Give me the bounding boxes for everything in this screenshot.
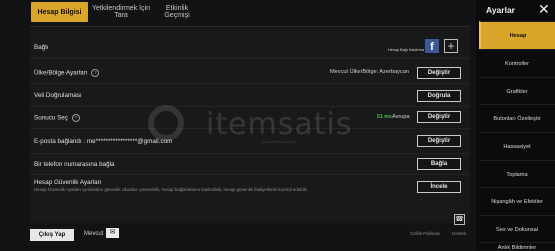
divider: [30, 174, 470, 175]
account-panel: Bağlı Hesap Bağı Kaldırma f + Ülke/Bölge…: [30, 26, 470, 223]
tab-scan-authorize[interactable]: Yetkilendirmek İçin Tara: [91, 2, 151, 22]
tab-activity-history[interactable]: Etkinlik Geçmişi: [153, 2, 201, 22]
server-region: Avrupa: [392, 114, 410, 120]
country-label: Ülke/Bölge Ayarları?: [34, 69, 100, 77]
logout-button[interactable]: Çıkış Yap: [30, 229, 74, 241]
divider: [30, 153, 470, 154]
divider: [30, 83, 470, 84]
divider: [30, 128, 470, 129]
privacy-link[interactable]: Gizlilik Politikası: [410, 231, 440, 236]
sidebar-item-kontroller[interactable]: Kontroller: [479, 49, 555, 77]
add-link-icon[interactable]: +: [444, 39, 458, 53]
sidebar-item-bildirimler[interactable]: Anlık Bildirimler: [479, 242, 555, 251]
facebook-icon[interactable]: f: [425, 39, 439, 53]
sidebar-item-ses[interactable]: Ses ve Dokunsal: [479, 215, 555, 243]
security-label: Hesap Güvenlik Ayarları: [34, 179, 102, 186]
sidebar-title: Ayarlar: [486, 5, 515, 15]
sidebar-item-hesap[interactable]: Hesap: [479, 21, 555, 49]
parent-verify-label: Veli Doğrulaması: [34, 92, 82, 99]
close-icon[interactable]: ✕: [538, 1, 550, 18]
phone-label: Bir telefon numarasına bağla: [34, 161, 115, 168]
sidebar-item-toplama[interactable]: Toplama: [479, 160, 555, 188]
sidebar-item-grafikler[interactable]: Grafikler: [479, 77, 555, 105]
support-icon[interactable]: ☎: [454, 214, 465, 225]
sidebar-item-butonlar[interactable]: Butonları Özelleştir: [479, 104, 555, 132]
help-icon[interactable]: ?: [91, 69, 100, 77]
mail-label: Mevcut: [84, 231, 104, 237]
linked-label: Bağlı: [34, 44, 49, 51]
sidebar-item-nisangah[interactable]: Nişangâh ve Efektler: [479, 187, 555, 215]
change-email-button[interactable]: Değiştir: [417, 135, 461, 147]
server-label: Sunucu Seç?: [34, 114, 80, 122]
change-country-button[interactable]: Değiştir: [417, 67, 461, 79]
inspect-security-button[interactable]: İncele: [417, 181, 461, 193]
email-label: E-posta bağlandı : me*****************@g…: [34, 138, 173, 145]
divider: [30, 58, 470, 59]
bind-phone-button[interactable]: Bağla: [417, 158, 461, 170]
support-link[interactable]: Destek: [452, 231, 466, 236]
verify-button[interactable]: Doğrula: [417, 90, 461, 102]
settings-sidebar: Ayarlar ✕ Hesap Kontroller Grafikler But…: [476, 0, 555, 251]
unlink-caption: Hesap Bağı Kaldırma: [388, 48, 425, 52]
mail-icon[interactable]: ✉: [106, 228, 119, 238]
current-country: Mevcut Ülke/Bölge: Azerbaycan: [330, 69, 409, 75]
tab-hesap-bilgisi[interactable]: Hesap Bilgisi: [31, 2, 88, 22]
top-tabs: Hesap Bilgisi Yetkilendirmek İçin Tara E…: [0, 0, 476, 24]
sidebar-item-hassasiyet[interactable]: Hassasiyet: [479, 132, 555, 160]
divider: [30, 106, 470, 107]
change-server-button[interactable]: Değiştir: [417, 111, 461, 123]
security-description: Hesap Güvenlik Ayarları içerisinden güve…: [34, 187, 308, 192]
help-icon[interactable]: ?: [71, 114, 80, 122]
ping-value: 51 ms: [377, 114, 392, 120]
